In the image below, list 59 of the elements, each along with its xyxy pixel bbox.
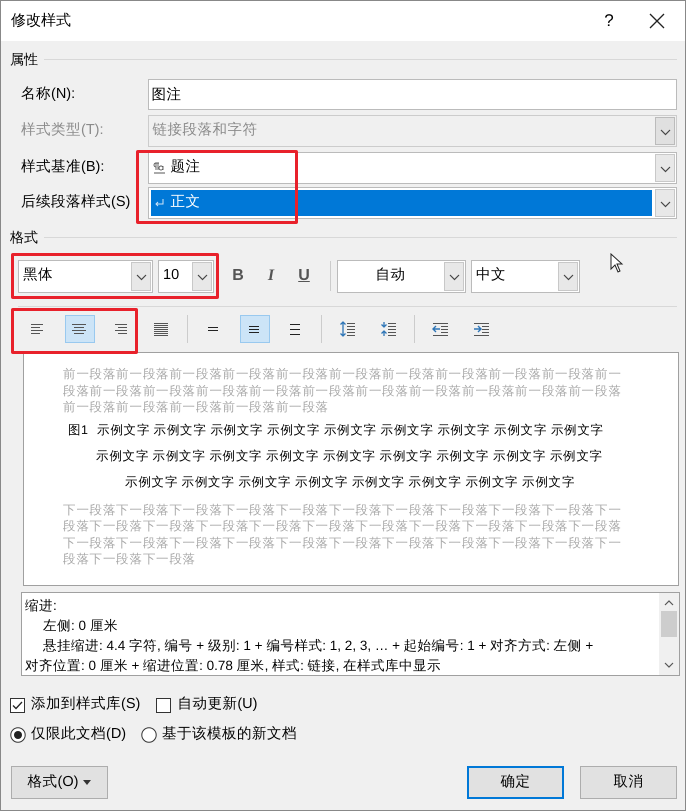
- checkbox[interactable]: [156, 698, 172, 712]
- description-text: 对齐位置: 0 厘米 + 缩进位置: 0.78 厘米, 样式: 链接, 在样式库中显示: [25, 657, 442, 675]
- description-text: 缩进:: [25, 597, 58, 615]
- radio-button[interactable]: [10, 727, 26, 743]
- description-text: 左侧: 0 厘米: [42, 617, 119, 635]
- language-dropdown[interactable]: 中文: [471, 260, 580, 292]
- return-arrow-icon: [152, 197, 165, 209]
- style-type-dropdown: 链接段落和字符: [148, 115, 677, 147]
- name-field[interactable]: 图注: [148, 79, 677, 110]
- preview-text: 下一段落下一段落下一段落下一段落下一段落下一段落下一段落下一段落下一段落下一段落下一: [63, 534, 623, 551]
- sample-text: 示例文字 示例文字 示例文字 示例文字 示例文字 示例文字 示例文字 示例文字: [125, 474, 576, 492]
- cancel-button[interactable]: 取消: [580, 766, 677, 799]
- mouse-pointer-icon: [610, 253, 624, 273]
- color-dropdown[interactable]: 自动: [337, 260, 466, 292]
- checkbox-label: 添加到样式库(S): [31, 694, 140, 714]
- increase-spacing-icon[interactable]: [339, 320, 356, 338]
- help-button[interactable]: ?: [589, 1, 629, 41]
- font-dropdown[interactable]: 黑体: [18, 260, 153, 292]
- caption-number: 图1: [68, 422, 89, 440]
- sample-text: 示例文字 示例文字 示例文字 示例文字 示例文字 示例文字 示例文字 示例文字 示例文字: [96, 448, 603, 466]
- radio-label: 仅限此文档(D): [31, 725, 126, 744]
- section-heading: 格式: [10, 228, 38, 247]
- sample-text: 示例文字 示例文字 示例文字 示例文字 示例文字 示例文字 示例文字 示例文字 示例文字: [97, 422, 604, 440]
- preview-text: 前一段落前一段落前一段落前一段落前一段落前一段落前一段落前一段落前一段落前一段落前一: [63, 366, 623, 382]
- one-and-half-spacing-button[interactable]: [240, 315, 270, 343]
- checkbox[interactable]: [10, 698, 25, 712]
- bold-button[interactable]: B: [223, 261, 253, 291]
- description-text: 悬挂缩进: 4.4 字符, 编号 + 级别: 1 + 编号样式: 1, 2, 3, … + 起始编号: 1 + 对齐方式: 左侧 +: [42, 637, 594, 655]
- italic-button[interactable]: I: [256, 261, 286, 291]
- scrollbar-thumb[interactable]: [661, 611, 677, 637]
- underline-button[interactable]: U: [289, 261, 319, 291]
- radio-button[interactable]: [141, 727, 158, 743]
- close-icon[interactable]: [649, 13, 665, 29]
- font-size-dropdown[interactable]: 10: [158, 260, 214, 292]
- radio-label: 基于该模板的新文档: [162, 724, 298, 744]
- scrollbar[interactable]: [659, 593, 679, 675]
- justify-icon[interactable]: [153, 320, 170, 338]
- section-heading: 属性: [10, 50, 38, 69]
- based-on-dropdown[interactable]: 题注: [148, 152, 677, 184]
- field-label: 名称(N):: [21, 84, 76, 104]
- paragraph-style-icon: [152, 161, 167, 175]
- preview-text: 前一段落前一段落前一段落前一段落前一段落: [63, 399, 330, 416]
- preview-text: 段落下一段落下一段落: [63, 551, 197, 568]
- field-label: 样式基准(B):: [21, 158, 106, 178]
- decrease-spacing-icon[interactable]: [380, 320, 397, 338]
- increase-indent-icon[interactable]: [473, 320, 490, 338]
- field-label: 样式类型(T):: [21, 121, 105, 140]
- align-center-button[interactable]: [64, 315, 94, 343]
- format-button[interactable]: 格式(O): [11, 766, 108, 799]
- preview-text: 段落前一段落前一段落前一段落前一段落前一段落前一段落前一段落前一段落前一段落前一段落: [63, 382, 623, 399]
- ok-button[interactable]: 确定: [467, 766, 564, 799]
- preview-text: 段落下一段落下一段落下一段落下一段落下一段落下一段落下一段落下一段落下一段落下一段落: [63, 518, 623, 534]
- checkbox-label: 自动更新(U): [177, 694, 258, 714]
- window-title: 修改样式: [11, 10, 71, 31]
- field-label: 后续段落样式(S): [21, 193, 132, 212]
- preview-text: 下一段落下一段落下一段落下一段落下一段落下一段落下一段落下一段落下一段落下一段落下一: [63, 502, 623, 518]
- decrease-indent-icon[interactable]: [432, 320, 449, 338]
- next-style-dropdown[interactable]: 正文: [148, 187, 677, 219]
- caret-icon[interactable]: [83, 780, 92, 785]
